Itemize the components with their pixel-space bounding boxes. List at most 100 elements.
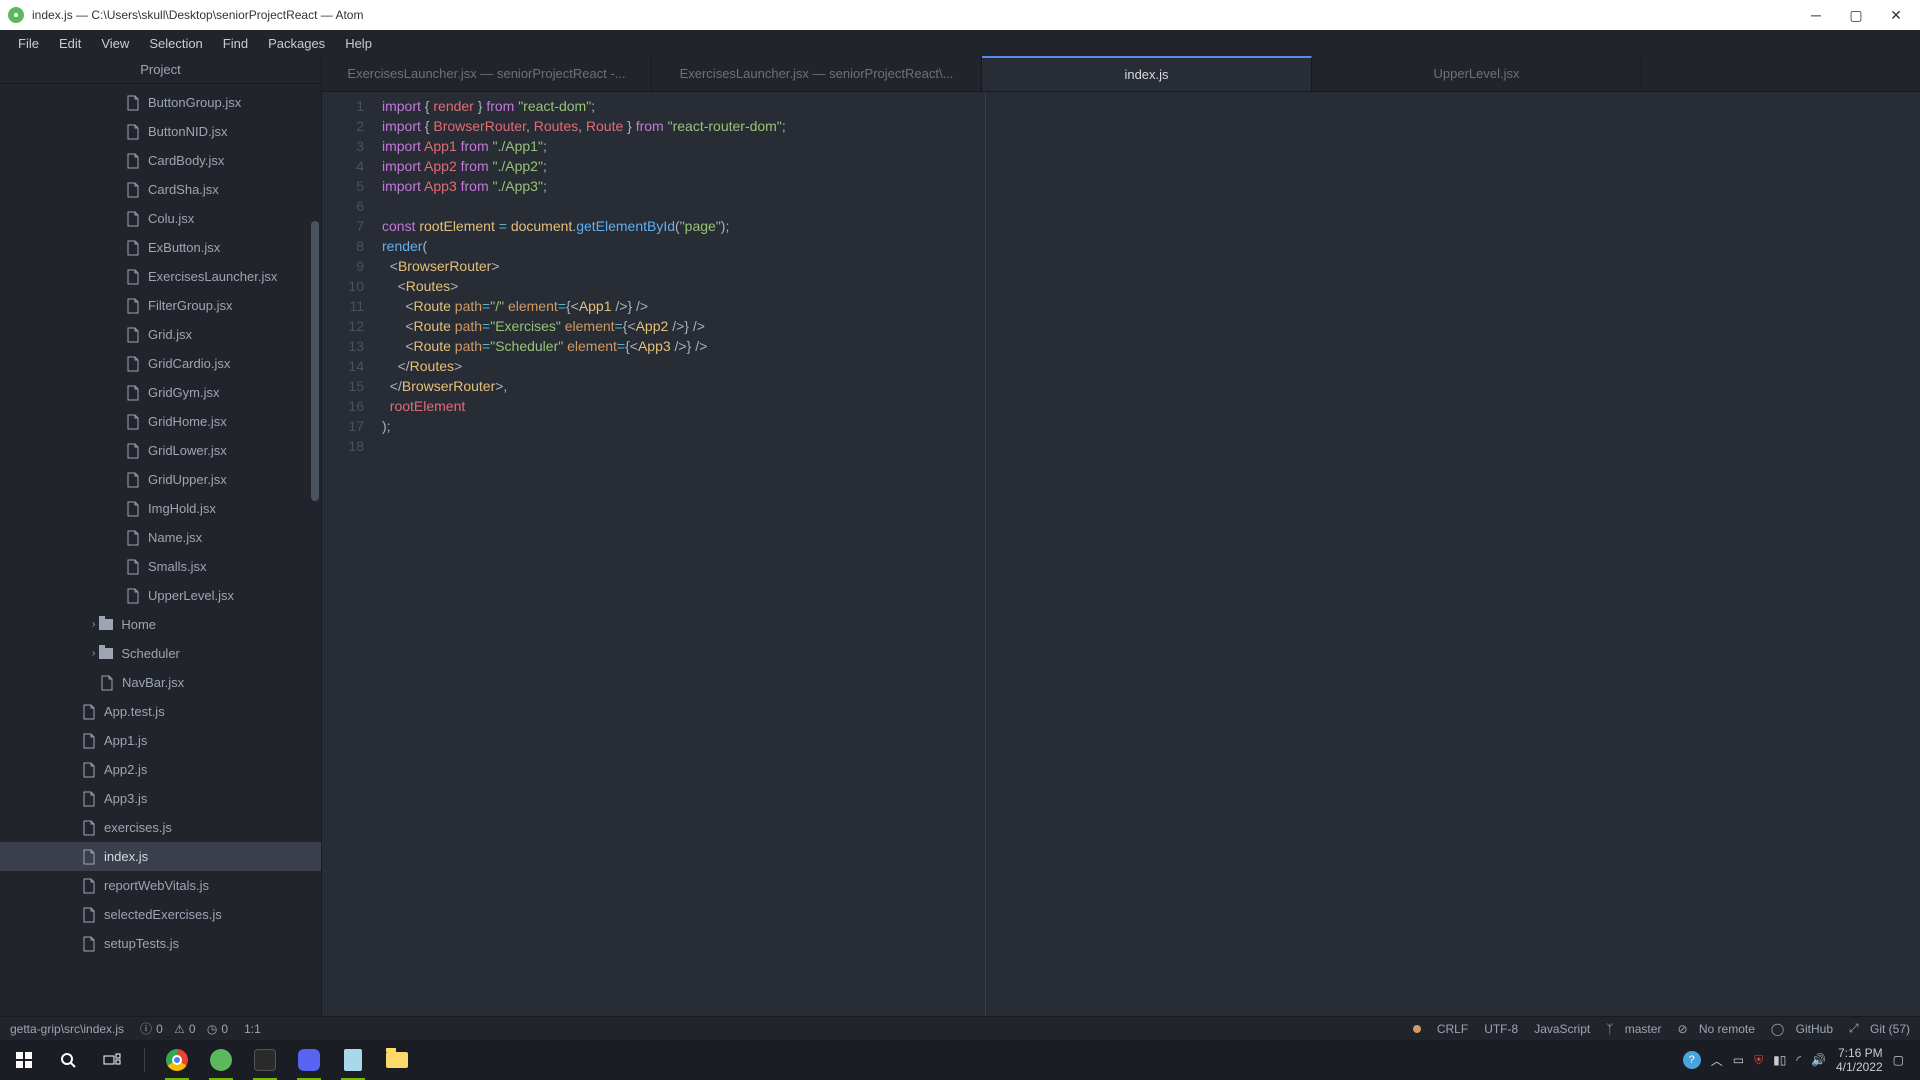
file-icon (82, 878, 96, 894)
search-button[interactable] (48, 1040, 88, 1080)
status-language[interactable]: JavaScript (1534, 1022, 1590, 1036)
tree-item-gridlower-jsx[interactable]: GridLower.jsx (0, 436, 321, 465)
taskbar-clock[interactable]: 7:16 PM 4/1/2022 (1836, 1046, 1883, 1074)
status-branch[interactable]: ᛉ master (1606, 1022, 1661, 1036)
editor-tabs: ExercisesLauncher.jsx — seniorProjectRea… (322, 56, 1920, 92)
tab-upperlevel[interactable]: UpperLevel.jsx (1312, 56, 1642, 91)
tray-meet-icon[interactable]: ▭ (1733, 1053, 1744, 1067)
file-icon (126, 182, 140, 198)
file-icon (126, 327, 140, 343)
close-button[interactable]: ✕ (1888, 7, 1904, 23)
status-cursor[interactable]: 1:1 (244, 1022, 261, 1036)
tree-item-buttongroup-jsx[interactable]: ButtonGroup.jsx (0, 88, 321, 117)
tree-item-index-js[interactable]: index.js (0, 842, 321, 871)
menu-file[interactable]: File (8, 32, 49, 55)
tree-item-navbar-jsx[interactable]: NavBar.jsx (0, 668, 321, 697)
tree-item-buttonnid-jsx[interactable]: ButtonNID.jsx (0, 117, 321, 146)
notepad-icon[interactable] (333, 1040, 373, 1080)
statusbar: getta-grip\src\index.js ⓘ0 ⚠0 ◷0 1:1 CRL… (0, 1016, 1920, 1040)
minimize-button[interactable]: ─ (1808, 7, 1824, 23)
windows-taskbar: ? ︿ ▭ ⛨ ▮▯ ◜ 🔊 7:16 PM 4/1/2022 ▢ (0, 1040, 1920, 1080)
chrome-icon[interactable] (157, 1040, 197, 1080)
tree-item-app-test-js[interactable]: App.test.js (0, 697, 321, 726)
line-gutter: 123456789101112131415161718 (322, 92, 382, 1016)
tab-index[interactable]: index.js (982, 56, 1312, 91)
terminal-icon[interactable] (245, 1040, 285, 1080)
status-line-ending[interactable]: CRLF (1437, 1022, 1468, 1036)
file-icon (126, 124, 140, 140)
status-modified-dot (1413, 1025, 1421, 1033)
wrap-guide (985, 92, 986, 1016)
file-icon (126, 472, 140, 488)
menu-find[interactable]: Find (213, 32, 258, 55)
status-encoding[interactable]: UTF-8 (1484, 1022, 1518, 1036)
tray-security-icon[interactable]: ⛨ (1754, 1053, 1763, 1068)
window-titlebar: index.js — C:\Users\skull\Desktop\senior… (0, 0, 1920, 30)
menu-selection[interactable]: Selection (139, 32, 212, 55)
tray-battery-icon[interactable]: ▮▯ (1773, 1053, 1786, 1067)
tree-item-name-jsx[interactable]: Name.jsx (0, 523, 321, 552)
tray-wifi-icon[interactable]: ◜ (1796, 1053, 1801, 1067)
tree-item-exbutton-jsx[interactable]: ExButton.jsx (0, 233, 321, 262)
tree-item-filtergroup-jsx[interactable]: FilterGroup.jsx (0, 291, 321, 320)
file-icon (126, 443, 140, 459)
project-sidebar: Project ButtonGroup.jsxButtonNID.jsxCard… (0, 56, 322, 1016)
menu-packages[interactable]: Packages (258, 32, 335, 55)
status-filepath[interactable]: getta-grip\src\index.js (10, 1022, 124, 1036)
tree-item-exerciseslauncher-jsx[interactable]: ExercisesLauncher.jsx (0, 262, 321, 291)
tab-exerciseslauncher[interactable]: ExercisesLauncher.jsx — seniorProjectRea… (322, 56, 652, 91)
tree-item-colu-jsx[interactable]: Colu.jsx (0, 204, 321, 233)
tree-item-app3-js[interactable]: App3.js (0, 784, 321, 813)
tree-item-smalls-jsx[interactable]: Smalls.jsx (0, 552, 321, 581)
maximize-button[interactable]: ▢ (1848, 7, 1864, 23)
tray-volume-icon[interactable]: 🔊 (1811, 1053, 1826, 1067)
tree-item-home[interactable]: ›Home (0, 610, 321, 639)
file-icon (126, 298, 140, 314)
menu-edit[interactable]: Edit (49, 32, 91, 55)
tab-exerciseslauncher[interactable]: ExercisesLauncher.jsx — seniorProjectRea… (652, 56, 982, 91)
tree-item-setuptests-js[interactable]: setupTests.js (0, 929, 321, 958)
tree-item-selectedexercises-js[interactable]: selectedExercises.js (0, 900, 321, 929)
tree-item-scheduler[interactable]: ›Scheduler (0, 639, 321, 668)
file-tree[interactable]: ButtonGroup.jsxButtonNID.jsxCardBody.jsx… (0, 84, 321, 1016)
tree-item-cardsha-jsx[interactable]: CardSha.jsx (0, 175, 321, 204)
file-icon (126, 414, 140, 430)
tree-item-imghold-jsx[interactable]: ImgHold.jsx (0, 494, 321, 523)
notifications-icon[interactable]: ▢ (1893, 1053, 1904, 1067)
tree-item-cardbody-jsx[interactable]: CardBody.jsx (0, 146, 321, 175)
tree-item-grid-jsx[interactable]: Grid.jsx (0, 320, 321, 349)
tray-chevron-icon[interactable]: ︿ (1711, 1052, 1723, 1069)
noremote-icon: ⊘ (1677, 1022, 1687, 1036)
file-icon (126, 269, 140, 285)
tree-item-reportwebvitals-js[interactable]: reportWebVitals.js (0, 871, 321, 900)
status-github[interactable]: ◯ GitHub (1771, 1022, 1833, 1036)
file-icon (82, 907, 96, 923)
discord-icon[interactable] (289, 1040, 329, 1080)
atom-taskbar-icon[interactable] (201, 1040, 241, 1080)
tree-item-gridcardio-jsx[interactable]: GridCardio.jsx (0, 349, 321, 378)
tree-item-gridupper-jsx[interactable]: GridUpper.jsx (0, 465, 321, 494)
explorer-icon[interactable] (377, 1040, 417, 1080)
file-icon (82, 791, 96, 807)
taskview-button[interactable] (92, 1040, 132, 1080)
file-icon (126, 211, 140, 227)
tree-item-upperlevel-jsx[interactable]: UpperLevel.jsx (0, 581, 321, 610)
info-icon: ⓘ (140, 1020, 152, 1037)
code-editor[interactable]: 123456789101112131415161718 import { ren… (322, 92, 1920, 1016)
tree-item-gridhome-jsx[interactable]: GridHome.jsx (0, 407, 321, 436)
tray-help-icon[interactable]: ? (1683, 1051, 1701, 1069)
sidebar-scrollbar[interactable] (311, 91, 321, 491)
status-diagnostics[interactable]: ⓘ0 ⚠0 ◷0 (140, 1020, 228, 1037)
tree-item-app1-js[interactable]: App1.js (0, 726, 321, 755)
file-icon (126, 588, 140, 604)
start-button[interactable] (4, 1040, 44, 1080)
menu-help[interactable]: Help (335, 32, 382, 55)
code-content[interactable]: import { render } from "react-dom"; impo… (382, 92, 1920, 1016)
tree-item-gridgym-jsx[interactable]: GridGym.jsx (0, 378, 321, 407)
tree-item-app2-js[interactable]: App2.js (0, 755, 321, 784)
menu-view[interactable]: View (91, 32, 139, 55)
scrollbar-thumb[interactable] (311, 221, 319, 501)
status-remote[interactable]: ⊘ No remote (1677, 1022, 1754, 1036)
tree-item-exercises-js[interactable]: exercises.js (0, 813, 321, 842)
status-git[interactable]: ⤢ Git (57) (1849, 1021, 1910, 1036)
